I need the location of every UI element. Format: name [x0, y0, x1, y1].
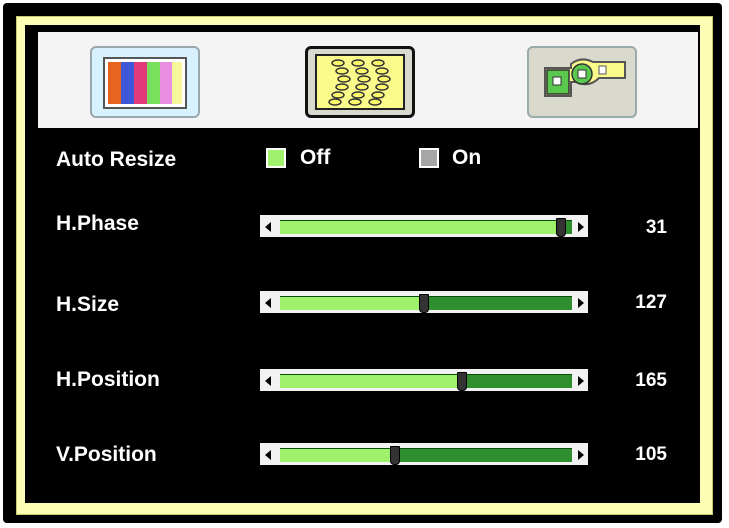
auto-resize-off-label: Off — [300, 146, 331, 169]
slider-track — [280, 294, 572, 313]
color-bars-icon — [103, 57, 187, 109]
slider-thumb[interactable] — [556, 218, 567, 237]
h-position-label: H.Position — [56, 368, 160, 391]
h-size-slider[interactable] — [260, 291, 588, 313]
h-position-value: 165 — [635, 370, 667, 391]
slider-right-arrow-icon[interactable] — [578, 376, 584, 386]
auto-resize-on-label: On — [452, 146, 482, 169]
waves-icon — [315, 54, 405, 110]
slider-right-arrow-icon[interactable] — [578, 222, 584, 232]
auto-resize-off-checkbox[interactable] — [266, 148, 286, 168]
slider-right-arrow-icon[interactable] — [578, 298, 584, 308]
h-phase-value: 31 — [645, 217, 667, 238]
h-size-label: H.Size — [56, 293, 120, 316]
v-position-value: 105 — [635, 444, 667, 465]
slider-fill — [280, 297, 424, 310]
slider-right-arrow-icon[interactable] — [578, 450, 584, 460]
slider-fill — [280, 221, 561, 234]
h-size-value: 127 — [635, 292, 667, 313]
slider-thumb[interactable] — [389, 446, 400, 465]
auto-resize-on-checkbox[interactable] — [419, 148, 439, 168]
auto-resize-label: Auto Resize — [56, 148, 177, 171]
tab-geometry[interactable] — [305, 46, 415, 118]
slider-left-arrow-icon[interactable] — [265, 450, 271, 460]
tab-picture[interactable] — [90, 46, 200, 118]
slider-left-arrow-icon[interactable] — [265, 376, 271, 386]
v-position-slider[interactable] — [260, 443, 588, 465]
h-phase-label: H.Phase — [56, 212, 139, 235]
slider-left-arrow-icon[interactable] — [265, 298, 271, 308]
tab-tools[interactable] — [527, 46, 637, 118]
tools-icon — [544, 58, 626, 97]
slider-thumb[interactable] — [419, 294, 430, 313]
slider-fill — [280, 449, 394, 462]
h-phase-slider[interactable] — [260, 215, 588, 237]
v-position-label: V.Position — [56, 443, 157, 466]
slider-track — [280, 446, 572, 465]
slider-left-arrow-icon[interactable] — [265, 222, 271, 232]
slider-thumb[interactable] — [457, 372, 468, 391]
slider-track — [280, 218, 572, 237]
h-position-slider[interactable] — [260, 369, 588, 391]
slider-track — [280, 372, 572, 391]
slider-fill — [280, 375, 462, 388]
